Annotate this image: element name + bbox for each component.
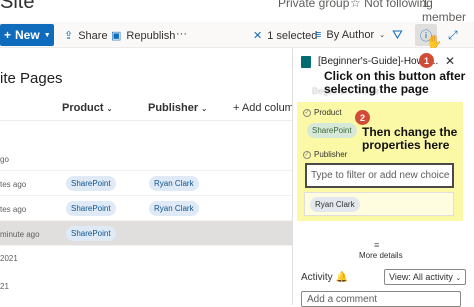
plus-icon: + [4,28,12,42]
follow-status[interactable]: ☆ Not following [350,0,433,10]
publisher-field-label: ✓ Publisher [303,150,347,159]
publisher-pill: Ryan Clark [149,201,199,216]
table-row-selected[interactable]: minute ago SharePoint [0,221,292,246]
share-label: Share [78,29,108,42]
header-divider [0,120,292,121]
selection-count[interactable]: ✕ 1 selected [253,29,318,43]
table-row[interactable]: go [0,146,292,171]
column-header-publisher[interactable]: Publisher ⌄ [148,102,207,114]
activity-header: Activity 🔔 [301,272,348,283]
list-icon: ≡ [315,29,322,41]
selection-label: 1 selected [267,29,318,42]
expand-icon[interactable]: ⤢ [448,28,458,43]
activity-label: Activity [301,272,333,283]
chevron-down-icon: ⌄ [455,275,462,282]
publisher-filter-input[interactable]: Type to filter or add new choice [305,163,454,188]
chevron-down-icon: ▼ [43,31,51,39]
new-button[interactable]: + New ▼ [0,24,54,46]
filter-icon[interactable]: ⛛ [392,27,403,43]
group-by-button[interactable]: ≡ By Author ⌄ [315,29,385,41]
bell-icon[interactable]: 🔔 [336,272,348,283]
callout-number-1: 1 [419,53,434,68]
member-count[interactable]: 1 member [422,0,474,24]
publisher-header-label: Publisher [148,102,199,114]
callout-number-2: 2 [355,110,370,125]
publisher-value-pill[interactable]: Ryan Clark [310,197,360,212]
publisher-label: Publisher [314,150,348,159]
new-label: New [15,28,40,42]
group-by-label: By Author [326,29,375,41]
republish-icon: ▣ [111,30,122,42]
close-icon: ✕ [253,30,263,42]
modified-cell: tes ago [0,180,27,189]
modified-cell: minute ago [0,230,40,239]
callout-text-2: Then change the properties here [362,125,458,152]
table-row[interactable]: tes ago SharePoint Ryan Clark [0,196,292,221]
product-pill: SharePoint [66,201,116,216]
callout-text-1: Click on this button after selecting the… [324,69,466,96]
activity-view-select[interactable]: View: All activity ⌄ [384,269,466,285]
plus-icon: + [233,102,242,114]
chevron-down-icon: ⌄ [106,106,113,113]
check-icon: ✓ [303,108,311,117]
star-icon: ☆ [350,0,361,10]
more-actions-button[interactable]: ··· [176,28,187,40]
check-icon: ✓ [303,150,311,159]
group-year: 2021 [0,254,18,263]
product-pill: SharePoint [66,226,116,241]
site-name[interactable]: Site [0,0,34,14]
group-year-small: 21 [0,282,9,291]
more-details-link[interactable]: More details [359,251,403,260]
share-icon: ⇪ [64,30,74,42]
product-field-label: ✓ Product [303,108,342,117]
product-header-label: Product [62,102,104,114]
group-privacy: Private group [278,0,350,10]
product-value-pill[interactable]: SharePoint [307,123,357,138]
close-icon[interactable]: ✕ [445,54,455,68]
page-title: ite Pages [0,70,63,87]
chevron-down-icon: ⌄ [201,106,208,113]
column-header-product[interactable]: Product ⌄ [62,102,113,114]
view-select-label: View: All activity [389,272,453,282]
publisher-pill: Ryan Clark [149,176,199,191]
republish-label: Republish [126,29,176,42]
page-icon [301,56,311,68]
product-pill: SharePoint [66,176,116,191]
chevron-down-icon: ⌄ [379,32,385,39]
modified-cell: tes ago [0,205,27,214]
republish-button[interactable]: ▣ Republish [111,29,176,43]
table-row[interactable]: tes ago SharePoint Ryan Clark [0,171,292,196]
modified-cell: go [0,155,9,164]
add-column-button[interactable]: + Add column [233,102,300,114]
more-details-icon: ≡ [374,240,380,250]
share-button[interactable]: ⇪ Share [64,29,108,43]
product-label: Product [314,108,342,117]
